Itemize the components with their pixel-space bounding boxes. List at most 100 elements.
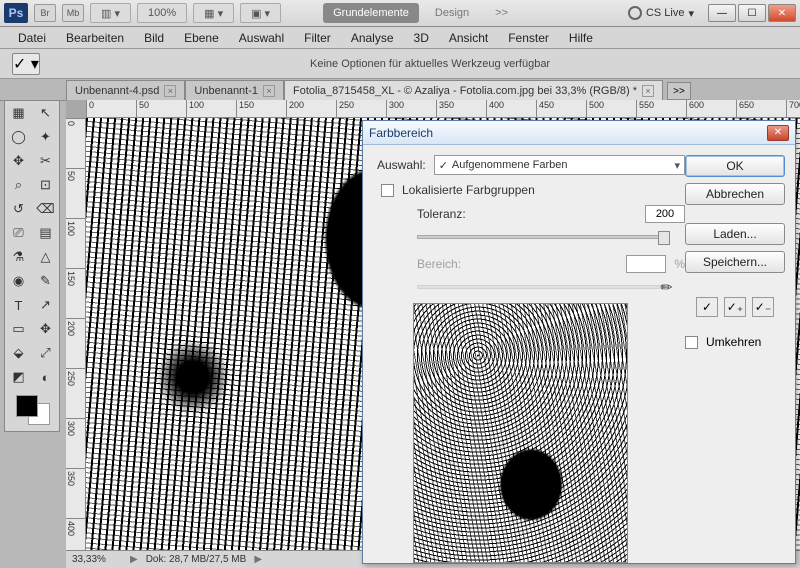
- maximize-button[interactable]: ☐: [738, 4, 766, 22]
- chevron-right-icon[interactable]: ▶: [254, 554, 262, 565]
- document-tab-active[interactable]: Fotolia_8715458_XL - © Azaliya - Fotolia…: [284, 80, 663, 100]
- menu-bild[interactable]: Bild: [134, 27, 174, 48]
- range-label: Bereich:: [417, 257, 461, 271]
- tool-button[interactable]: ⌕: [5, 173, 32, 197]
- selection-preview[interactable]: [413, 303, 628, 563]
- ruler-tick: 50: [66, 168, 85, 218]
- view-mode-dropdown[interactable]: ▥ ▾: [90, 3, 131, 23]
- arrange-dropdown[interactable]: ▦ ▾: [193, 3, 234, 23]
- tool-button[interactable]: ⊡: [32, 173, 59, 197]
- eyedropper-icon[interactable]: ✎: [657, 277, 677, 297]
- tabs-overflow-button[interactable]: >>: [667, 82, 691, 100]
- tolerance-slider[interactable]: [417, 235, 665, 239]
- range-unit: %: [674, 257, 685, 271]
- ruler-tick: 450: [536, 100, 586, 117]
- tool-button[interactable]: ⤢: [32, 341, 59, 365]
- tool-button[interactable]: ⎚: [5, 221, 32, 245]
- dialog-close-button[interactable]: ✕: [767, 125, 789, 141]
- ruler-tick: 650: [736, 100, 786, 117]
- tool-button[interactable]: ✥: [32, 317, 59, 341]
- tool-button[interactable]: ↖: [32, 101, 59, 125]
- menu-3d[interactable]: 3D: [404, 27, 439, 48]
- ruler-tick: 100: [186, 100, 236, 117]
- tool-button[interactable]: ◉: [5, 269, 32, 293]
- menu-analyse[interactable]: Analyse: [341, 27, 404, 48]
- eyedropper-icon[interactable]: ✓: [696, 297, 718, 317]
- workspace-grundelemente[interactable]: Grundelemente: [323, 3, 419, 23]
- ruler-tick: 100: [66, 218, 85, 268]
- range-slider: [417, 285, 665, 289]
- document-tab[interactable]: Unbenannt-4.psd×: [66, 80, 185, 100]
- menu-filter[interactable]: Filter: [294, 27, 341, 48]
- menu-datei[interactable]: Datei: [8, 27, 56, 48]
- tool-button[interactable]: ↺: [5, 197, 32, 221]
- minibridge-button[interactable]: Mb: [62, 4, 84, 22]
- tool-button[interactable]: ✎: [32, 269, 59, 293]
- dialog-titlebar[interactable]: Farbbereich ✕: [363, 121, 795, 145]
- app-logo: Ps: [4, 3, 28, 23]
- menu-hilfe[interactable]: Hilfe: [559, 27, 603, 48]
- auswahl-dropdown[interactable]: ✓Aufgenommene Farben: [434, 155, 685, 175]
- ok-button[interactable]: OK: [685, 155, 785, 177]
- tool-button[interactable]: ▭: [5, 317, 32, 341]
- tool-button[interactable]: ◯: [5, 125, 32, 149]
- tool-button[interactable]: ⬙: [5, 341, 32, 365]
- chevron-right-icon[interactable]: ▶: [130, 554, 138, 565]
- tool-button[interactable]: ✦: [32, 125, 59, 149]
- tool-button[interactable]: ✥: [5, 149, 32, 173]
- ruler-tick: 150: [236, 100, 286, 117]
- current-tool-icon[interactable]: ✓ ▾: [12, 53, 40, 75]
- menu-ansicht[interactable]: Ansicht: [439, 27, 498, 48]
- tool-button[interactable]: ⌫: [32, 197, 59, 221]
- options-text: Keine Optionen für aktuelles Werkzeug ve…: [310, 58, 550, 70]
- menu-ebene[interactable]: Ebene: [174, 27, 229, 48]
- menu-fenster[interactable]: Fenster: [498, 27, 559, 48]
- range-input: [626, 255, 666, 273]
- bridge-button[interactable]: Br: [34, 4, 56, 22]
- cancel-button[interactable]: Abbrechen: [685, 183, 785, 205]
- menu-bearbeiten[interactable]: Bearbeiten: [56, 27, 134, 48]
- workspace-design[interactable]: Design: [425, 3, 479, 23]
- save-button[interactable]: Speichern...: [685, 251, 785, 273]
- localized-checkbox[interactable]: [381, 184, 394, 197]
- tool-button[interactable]: ⚗: [5, 245, 32, 269]
- menu-auswahl[interactable]: Auswahl: [229, 27, 294, 48]
- ruler-tick: 0: [66, 118, 85, 168]
- tolerance-input[interactable]: [645, 205, 685, 223]
- app-titlebar: Ps Br Mb ▥ ▾ 100% ▦ ▾ ▣ ▾ Grundelemente …: [0, 0, 800, 27]
- ruler-tick: 400: [486, 100, 536, 117]
- close-button[interactable]: ✕: [768, 4, 796, 22]
- tool-button[interactable]: ✂: [32, 149, 59, 173]
- eyedropper-subtract-icon[interactable]: ✓₋: [752, 297, 774, 317]
- zoom-dropdown[interactable]: 100%: [137, 3, 187, 23]
- doc-size-readout: Dok: 28,7 MB/27,5 MB: [146, 554, 247, 565]
- tab-close-icon[interactable]: ×: [263, 85, 275, 97]
- ruler-tick: 500: [586, 100, 636, 117]
- color-range-dialog: Farbbereich ✕ Auswahl: ✓Aufgenommene Far…: [362, 120, 796, 564]
- tool-button[interactable]: ◩: [5, 365, 32, 389]
- document-tab[interactable]: Unbenannt-1×: [185, 80, 284, 100]
- tool-button[interactable]: T: [5, 293, 32, 317]
- tab-close-icon[interactable]: ×: [642, 85, 654, 97]
- screenmode-dropdown[interactable]: ▣ ▾: [240, 3, 281, 23]
- tool-button[interactable]: ▤: [32, 221, 59, 245]
- tool-button[interactable]: ◐: [32, 365, 59, 389]
- tool-button[interactable]: ↗: [32, 293, 59, 317]
- zoom-readout[interactable]: 33,33%: [72, 554, 122, 565]
- workspace-more[interactable]: >>: [485, 3, 518, 23]
- color-swatches[interactable]: [5, 389, 59, 431]
- invert-checkbox[interactable]: [685, 336, 698, 349]
- invert-label: Umkehren: [706, 335, 761, 349]
- dialog-title: Farbbereich: [369, 126, 433, 140]
- minimize-button[interactable]: —: [708, 4, 736, 22]
- eyedropper-add-icon[interactable]: ✓₊: [724, 297, 746, 317]
- tab-close-icon[interactable]: ×: [164, 85, 176, 97]
- tool-button[interactable]: ▦: [5, 101, 32, 125]
- load-button[interactable]: Laden...: [685, 223, 785, 245]
- ruler-tick: 350: [436, 100, 486, 117]
- slider-thumb[interactable]: [658, 231, 670, 245]
- foreground-swatch[interactable]: [16, 395, 38, 417]
- cs-live-button[interactable]: CS Live ▾: [628, 6, 694, 20]
- ruler-tick: 300: [386, 100, 436, 117]
- tool-button[interactable]: △: [32, 245, 59, 269]
